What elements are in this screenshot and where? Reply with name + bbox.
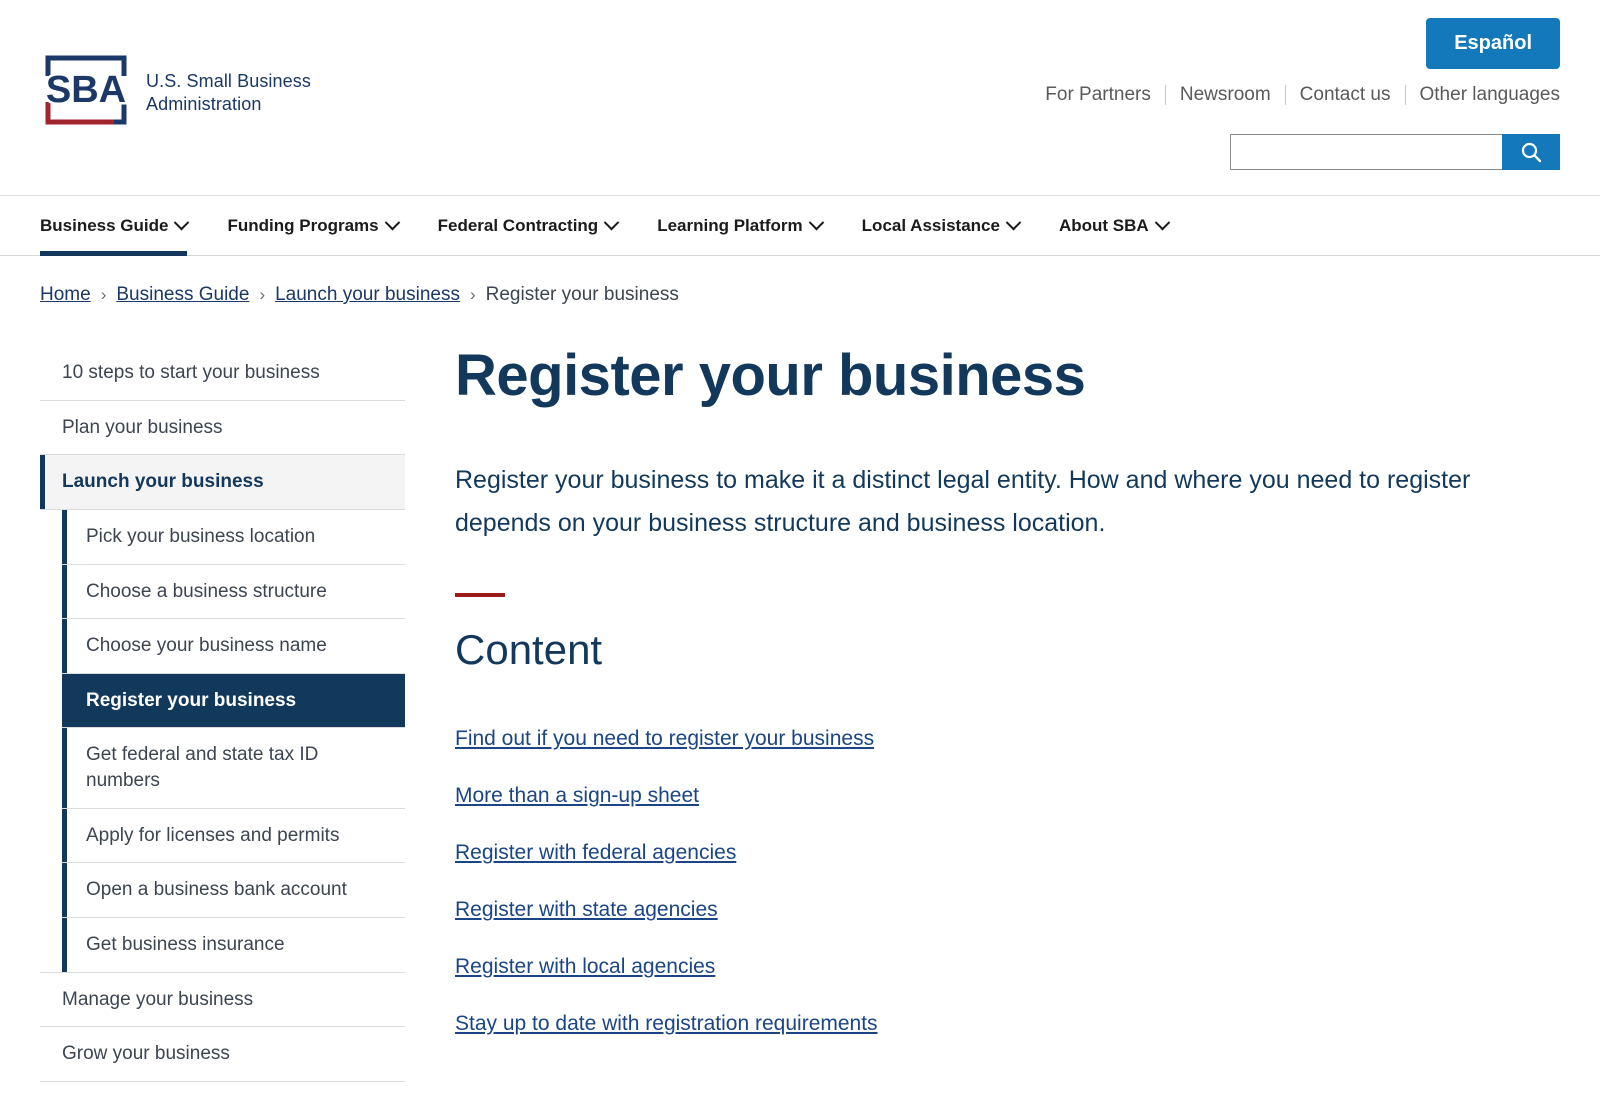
sidebar-subitem-choose-your-business-name[interactable]: Choose your business name [62,619,405,674]
content-link-stay-up-to-date[interactable]: Stay up to date with registration requir… [455,1012,878,1036]
sidebar-subitem-register-your-business[interactable]: Register your business [62,673,405,729]
content-link-register-with-local-agencies[interactable]: Register with local agencies [455,955,715,979]
search-form [1230,134,1560,170]
sba-logo-icon: SBA [43,55,129,125]
utility-link-other-languages[interactable]: Other languages [1406,84,1561,106]
nav-item-label: Business Guide [40,215,169,235]
sidebar-navigation: 10 steps to start your business Plan you… [40,346,405,1082]
sidebar-subitem-get-business-insurance[interactable]: Get business insurance [62,918,405,972]
chevron-down-icon [384,214,400,231]
utility-link-contact-us[interactable]: Contact us [1286,84,1405,106]
utility-links: For Partners Newsroom Contact us Other l… [1045,84,1560,106]
sidebar-item-plan-your-business[interactable]: Plan your business [40,401,405,456]
breadcrumb-separator: › [100,285,107,304]
sba-logo-block[interactable]: SBA U.S. Small Business Administration [40,52,311,134]
chevron-down-icon [1154,214,1170,231]
main-navigation: Business Guide Funding Programs Federal … [0,196,1600,256]
nav-item-funding-programs[interactable]: Funding Programs [227,196,400,255]
nav-item-federal-contracting[interactable]: Federal Contracting [437,196,620,255]
page-title: Register your business [455,343,1086,408]
sidebar-subnav: Pick your business location Choose a bus… [40,509,405,973]
content-link-more-than-a-sign-up-sheet[interactable]: More than a sign-up sheet [455,784,699,808]
espanol-button[interactable]: Español [1426,18,1560,69]
sidebar-subitem-choose-a-business-structure[interactable]: Choose a business structure [62,565,405,620]
sidebar-item-grow-your-business[interactable]: Grow your business [40,1027,405,1082]
page-lede: Register your business to make it a dist… [455,465,1471,537]
sidebar-subitem-apply-for-licenses-and-permits[interactable]: Apply for licenses and permits [62,809,405,864]
nav-item-label: Local Assistance [861,215,1000,235]
utility-link-for-partners[interactable]: For Partners [1045,84,1165,106]
breadcrumb-link-business-guide[interactable]: Business Guide [116,284,249,306]
nav-item-learning-platform[interactable]: Learning Platform [657,196,824,255]
main-content: Register your business Register your bus… [405,343,1600,1082]
nav-item-label: Funding Programs [227,215,379,235]
nav-item-label: Federal Contracting [437,215,599,235]
chevron-down-icon [1005,214,1022,231]
sidebar-subitem-open-a-business-bank-account[interactable]: Open a business bank account [62,863,405,919]
content-link-register-with-state-agencies[interactable]: Register with state agencies [455,898,718,922]
breadcrumb-separator: › [469,285,476,304]
chevron-down-icon [603,214,620,231]
sidebar-item-10-steps[interactable]: 10 steps to start your business [40,346,405,401]
site-header: SBA U.S. Small Business Administration E… [0,0,1600,196]
sidebar-subitem-pick-your-business-location[interactable]: Pick your business location [62,510,405,565]
breadcrumb-current: Register your business [485,284,679,305]
utility-link-newsroom[interactable]: Newsroom [1166,84,1285,106]
breadcrumb: Home › Business Guide › Launch your busi… [0,256,1600,306]
content-link-register-with-federal-agencies[interactable]: Register with federal agencies [455,841,736,865]
sba-logo-wordmark: U.S. Small Business Administration [146,70,311,114]
nav-item-about-sba[interactable]: About SBA [1058,196,1170,255]
breadcrumb-link-launch-your-business[interactable]: Launch your business [275,284,460,306]
breadcrumb-separator: › [259,285,266,304]
search-button[interactable] [1502,134,1560,170]
page-layout: 10 steps to start your business Plan you… [0,343,1600,1082]
section-divider [455,592,505,597]
chevron-down-icon [808,214,824,231]
nav-item-label: About SBA [1058,215,1149,235]
content-link-list: Find out if you need to register your bu… [455,727,1540,1036]
chevron-down-icon [174,214,190,231]
nav-item-label: Learning Platform [657,215,803,235]
sidebar-subitem-get-federal-and-state-tax-id-numbers[interactable]: Get federal and state tax ID numbers [62,728,405,809]
sidebar-item-manage-your-business[interactable]: Manage your business [40,973,405,1028]
content-link-find-out-if-you-need-to-register[interactable]: Find out if you need to register your bu… [455,727,874,751]
section-title-content: Content [455,625,603,673]
svg-text:SBA: SBA [46,69,126,111]
search-input[interactable] [1230,134,1502,170]
sidebar-item-launch-your-business[interactable]: Launch your business [40,455,405,510]
breadcrumb-link-home[interactable]: Home [40,284,91,306]
nav-item-local-assistance[interactable]: Local Assistance [861,196,1022,255]
nav-item-business-guide[interactable]: Business Guide [40,196,190,256]
search-icon [1521,142,1542,163]
